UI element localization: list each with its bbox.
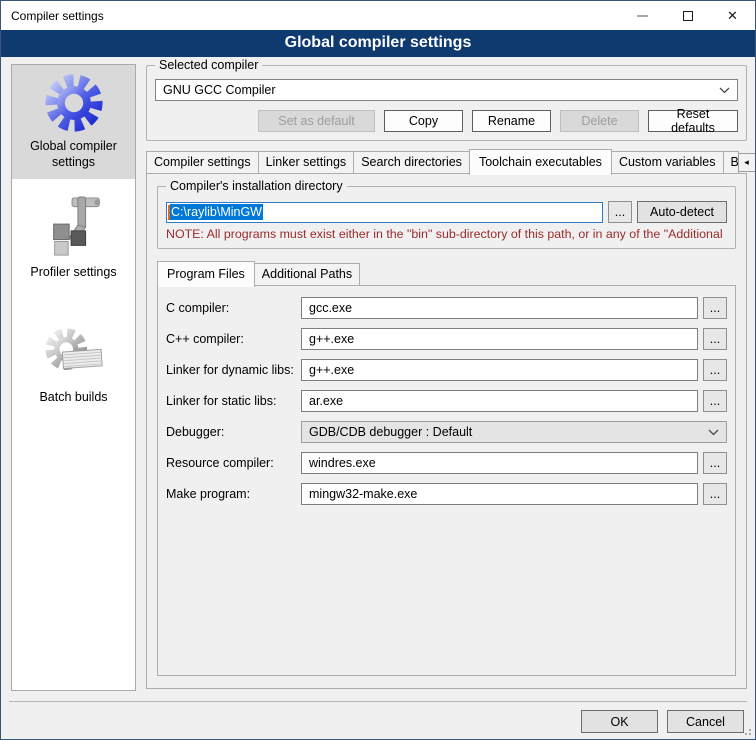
tab-build-options[interactable]: Build: [723, 151, 739, 174]
tab-scroll-controls: ◂ ▸: [738, 153, 756, 174]
selected-compiler-groupbox: Selected compiler GNU GCC Compiler Set a…: [146, 65, 747, 141]
chevron-down-icon: [708, 429, 719, 436]
browse-directory-button[interactable]: ...: [608, 201, 632, 223]
browse-button[interactable]: ...: [703, 297, 727, 319]
sidebar-item-global-compiler-settings[interactable]: Global compiler settings: [12, 65, 135, 179]
page-title: Global compiler settings: [1, 30, 755, 57]
rename-button[interactable]: Rename: [472, 110, 551, 132]
browse-button[interactable]: ...: [703, 328, 727, 350]
copy-button[interactable]: Copy: [384, 110, 463, 132]
delete-button[interactable]: Delete: [560, 110, 639, 132]
program-files-tabstrip: Program Files Additional Paths: [157, 262, 736, 286]
batch-builds-icon: [43, 323, 105, 385]
field-label: C compiler:: [166, 301, 296, 315]
field-label: Linker for dynamic libs:: [166, 363, 296, 377]
resize-grip-icon[interactable]: [741, 725, 751, 735]
tab-toolchain-executables[interactable]: Toolchain executables: [469, 149, 612, 175]
field-row-c-compiler: C compiler: ...: [166, 297, 727, 319]
make-program-input[interactable]: [301, 483, 698, 505]
browse-button[interactable]: ...: [703, 390, 727, 412]
browse-button[interactable]: ...: [703, 359, 727, 381]
linker-dynamic-input[interactable]: [301, 359, 698, 381]
tab-linker-settings[interactable]: Linker settings: [258, 151, 355, 174]
field-row-make-program: Make program: ...: [166, 483, 727, 505]
main-panel: Selected compiler GNU GCC Compiler Set a…: [146, 63, 747, 689]
toolchain-executables-tabpage: Compiler's installation directory C:\ray…: [146, 173, 747, 689]
note-text: NOTE: All programs must exist either in …: [166, 227, 727, 241]
gear-blue-icon: [43, 72, 105, 134]
compiler-select[interactable]: GNU GCC Compiler: [155, 79, 738, 101]
field-row-resource-compiler: Resource compiler: ...: [166, 452, 727, 474]
linker-static-input[interactable]: [301, 390, 698, 412]
field-label: C++ compiler:: [166, 332, 296, 346]
set-as-default-button[interactable]: Set as default: [258, 110, 375, 132]
tab-custom-variables[interactable]: Custom variables: [611, 151, 724, 174]
minimize-icon: [637, 15, 648, 17]
field-label: Linker for static libs:: [166, 394, 296, 408]
sidebar: Global compiler settings Profiler settin…: [11, 64, 136, 691]
sidebar-item-profiler-settings[interactable]: Profiler settings: [12, 187, 135, 290]
footer-buttons: OK Cancel: [581, 710, 744, 733]
profiler-icon: [43, 194, 105, 260]
sidebar-item-label: Global compiler settings: [16, 139, 131, 170]
field-label: Make program:: [166, 487, 296, 501]
install-dir-groupbox: Compiler's installation directory C:\ray…: [157, 186, 736, 249]
debugger-select-value: GDB/CDB debugger : Default: [309, 425, 702, 439]
field-row-linker-static: Linker for static libs: ...: [166, 390, 727, 412]
sidebar-item-label: Profiler settings: [30, 265, 116, 281]
cpp-compiler-input[interactable]: [301, 328, 698, 350]
ok-button[interactable]: OK: [581, 710, 658, 733]
footer-separator: [9, 701, 747, 702]
installation-directory-input[interactable]: C:\raylib\MinGW: [166, 202, 603, 223]
field-label: Resource compiler:: [166, 456, 296, 470]
program-files-panel: C compiler: ... C++ compiler: ... Linker…: [157, 285, 736, 676]
resource-compiler-input[interactable]: [301, 452, 698, 474]
debugger-select[interactable]: GDB/CDB debugger : Default: [301, 421, 727, 443]
reset-defaults-button[interactable]: Reset defaults: [648, 110, 738, 132]
field-label: Debugger:: [166, 425, 296, 439]
window-title: Compiler settings: [1, 9, 620, 23]
compiler-select-value: GNU GCC Compiler: [163, 83, 713, 97]
selected-path-text: C:\raylib\MinGW: [170, 204, 263, 220]
field-row-cpp-compiler: C++ compiler: ...: [166, 328, 727, 350]
subtab-program-files[interactable]: Program Files: [157, 261, 255, 287]
tab-search-directories[interactable]: Search directories: [353, 151, 470, 174]
compiler-settings-dialog: Compiler settings ✕ Global compiler sett…: [0, 0, 756, 740]
titlebar: Compiler settings ✕: [1, 1, 755, 30]
c-compiler-input[interactable]: [301, 297, 698, 319]
field-row-debugger: Debugger: GDB/CDB debugger : Default: [166, 421, 727, 443]
auto-detect-button[interactable]: Auto-detect: [637, 201, 727, 223]
sidebar-item-label: Batch builds: [39, 390, 107, 406]
subtab-additional-paths[interactable]: Additional Paths: [254, 263, 360, 286]
install-dir-row: C:\raylib\MinGW ... Auto-detect: [166, 201, 727, 223]
tab-compiler-settings[interactable]: Compiler settings: [146, 151, 259, 174]
minimize-button[interactable]: [620, 1, 665, 30]
group-label: Compiler's installation directory: [166, 179, 347, 193]
sidebar-item-batch-builds[interactable]: Batch builds: [12, 316, 135, 415]
maximize-icon: [683, 11, 693, 21]
browse-button[interactable]: ...: [703, 483, 727, 505]
group-label: Selected compiler: [155, 58, 262, 72]
close-icon: ✕: [727, 9, 738, 22]
arrow-left-icon: ◂: [744, 157, 749, 168]
compiler-actions: Set as default Copy Rename Delete Reset …: [155, 110, 738, 132]
cancel-button[interactable]: Cancel: [667, 710, 744, 733]
browse-button[interactable]: ...: [703, 452, 727, 474]
maximize-button[interactable]: [665, 1, 710, 30]
field-row-linker-dynamic: Linker for dynamic libs: ...: [166, 359, 727, 381]
close-button[interactable]: ✕: [710, 1, 755, 30]
chevron-down-icon: [719, 87, 730, 94]
tab-scroll-left-button[interactable]: ◂: [738, 153, 756, 172]
settings-tabstrip: Compiler settings Linker settings Search…: [146, 150, 747, 174]
